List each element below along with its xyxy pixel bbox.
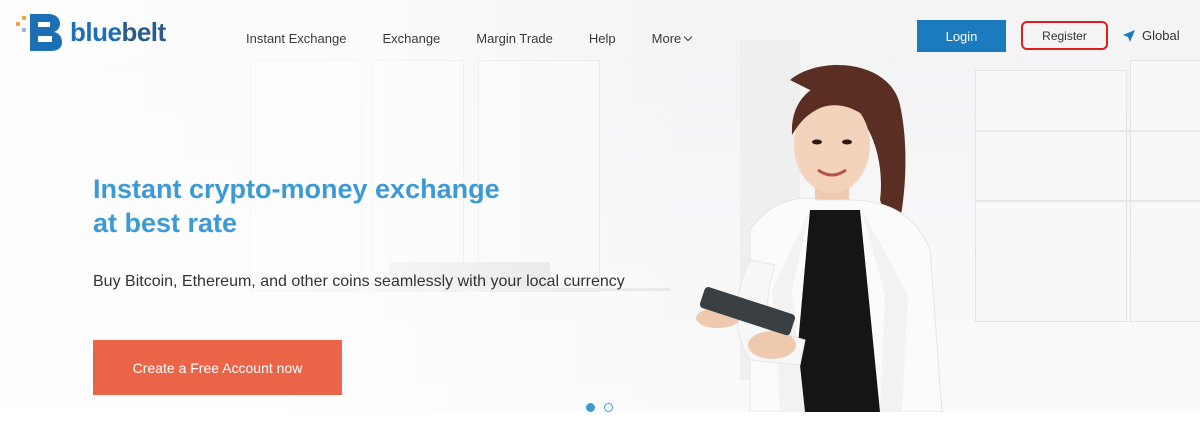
region-label: Global [1142, 28, 1180, 43]
brand-wordmark: bluebelt [70, 17, 166, 48]
hero-headline: Instant crypto-money exchange at best ra… [93, 172, 563, 240]
carousel-dot-1[interactable] [586, 403, 595, 412]
hero-headline-line1: Instant crypto-money exchange [93, 174, 500, 204]
register-button[interactable]: Register [1021, 21, 1108, 50]
region-selector[interactable]: Global [1122, 28, 1180, 43]
woman-with-tablet-image [696, 65, 943, 412]
main-nav: Instant Exchange Exchange Margin Trade H… [232, 31, 713, 46]
hero-subheadline: Buy Bitcoin, Ethereum, and other coins s… [93, 273, 625, 290]
brand-name-part2: belt [121, 16, 166, 47]
login-button[interactable]: Login [917, 20, 1006, 52]
location-arrow-icon [1123, 29, 1135, 42]
nav-margin-trade[interactable]: Margin Trade [462, 31, 567, 46]
carousel-dot-2[interactable] [604, 403, 613, 412]
hero-headline-line2: at best rate [93, 208, 238, 238]
bluebelt-b-logo-icon [14, 12, 66, 52]
nav-help[interactable]: Help [575, 31, 630, 46]
nav-more[interactable]: More [638, 31, 706, 46]
chevron-down-icon [684, 32, 693, 42]
brand-name-part1: blue [70, 16, 122, 47]
nav-more-label: More [651, 31, 682, 46]
nav-exchange[interactable]: Exchange [368, 31, 454, 46]
create-account-button[interactable]: Create a Free Account now [93, 340, 342, 395]
nav-instant-exchange[interactable]: Instant Exchange [232, 31, 360, 46]
brand-logo[interactable]: bluebelt [14, 12, 199, 52]
